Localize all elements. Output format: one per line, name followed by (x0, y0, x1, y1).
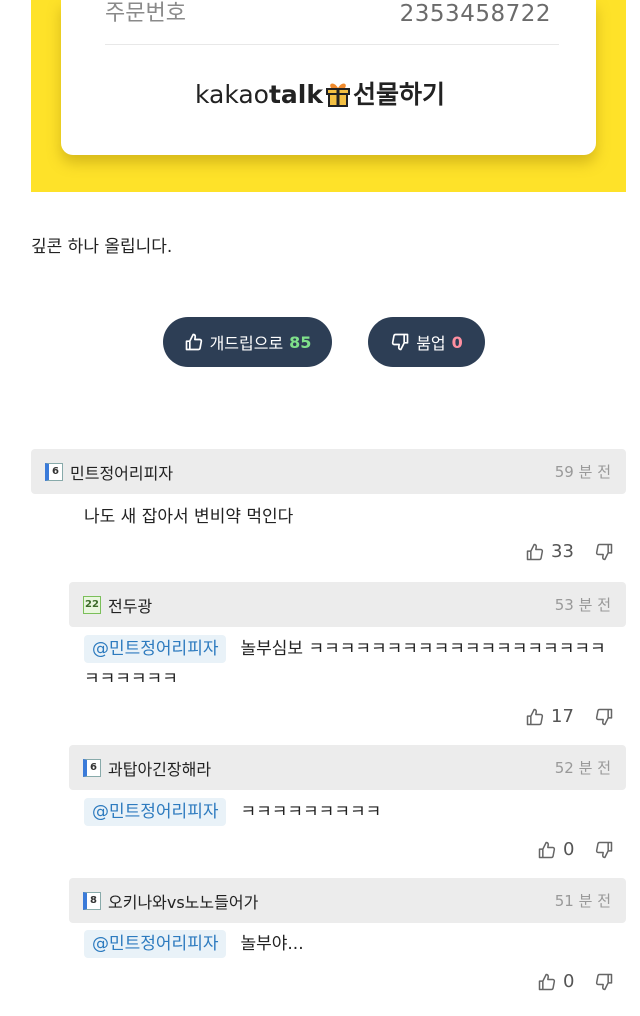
reply-body: @민트정어리피자 놀부심보 ㅋㅋㅋㅋㅋㅋㅋㅋㅋㅋㅋㅋㅋㅋㅋㅋㅋㅋㅋ ㅋㅋㅋㅋㅋㅋ (84, 634, 619, 694)
reply-author[interactable]: 과탑아긴장해라 (108, 756, 211, 780)
thumbs-up-icon[interactable] (537, 972, 557, 992)
mention-tag[interactable]: @민트정어리피자 (84, 930, 227, 958)
reply-header: 8 오키나와vs노노들어가 51 분 전 (69, 878, 626, 923)
reply-author[interactable]: 전두광 (108, 593, 152, 617)
reply-time: 53 분 전 (554, 596, 611, 614)
upvote-label: 개드립으로 (209, 334, 284, 353)
like-count: 0 (563, 971, 575, 992)
reply-text: 놀부심보 ㅋㅋㅋㅋㅋㅋㅋㅋㅋㅋㅋㅋㅋㅋㅋㅋㅋㅋㅋ (240, 639, 606, 659)
brand-talk: talk (268, 80, 324, 109)
upvote-count: 85 (289, 332, 312, 352)
thumbs-down-icon[interactable] (594, 707, 614, 727)
comment-text: 나도 새 잡아서 변비약 먹인다 (84, 507, 294, 527)
reply-actions: 17 (525, 706, 614, 727)
reply-actions: 0 (537, 971, 614, 992)
reply-time: 51 분 전 (554, 892, 611, 910)
user-level-icon: 6 (83, 758, 101, 777)
reply-actions: 0 (537, 839, 614, 860)
thumbs-down-icon[interactable] (594, 542, 614, 562)
user-level-icon: 8 (83, 891, 101, 910)
thumbs-down-icon[interactable] (594, 840, 614, 860)
brand-kakao: kakao (194, 80, 269, 109)
like-count: 0 (563, 839, 575, 860)
thumbs-up-icon[interactable] (525, 707, 545, 727)
upvote-button[interactable]: 개드립으로 85 (163, 317, 332, 367)
user-level-icon: 6 (45, 462, 63, 481)
like-count: 17 (551, 706, 574, 727)
post-body-text: 깊콘 하나 올립니다. (31, 237, 173, 257)
brand-gift-suffix: 선물하기 (353, 80, 446, 109)
order-number-label: 주문번호 (105, 1, 186, 26)
mention-tag[interactable]: @민트정어리피자 (84, 635, 227, 663)
card-divider (105, 44, 559, 45)
reply-time: 52 분 전 (554, 759, 611, 777)
mention-tag[interactable]: @민트정어리피자 (84, 798, 227, 826)
downvote-count: 0 (451, 332, 463, 352)
downvote-label: 붐업 (416, 334, 446, 353)
comment-actions: 33 (525, 541, 614, 562)
reply-body: @민트정어리피자 놀부야... (84, 929, 304, 959)
comment-header: 6 민트정어리피자 59 분 전 (31, 449, 626, 494)
thumbs-up-icon[interactable] (537, 840, 557, 860)
reply-text: ㅋㅋㅋㅋㅋㅋㅋㅋㅋ (240, 802, 382, 822)
reply-header: 22 전두광 53 분 전 (69, 582, 626, 627)
thumbs-down-icon (392, 333, 409, 351)
reply-text: 놀부야... (240, 934, 304, 954)
comment-author[interactable]: 민트정어리피자 (70, 460, 173, 484)
thumbs-up-icon (185, 333, 202, 351)
thumbs-down-icon[interactable] (594, 972, 614, 992)
user-level-icon: 22 (83, 595, 101, 614)
reply-author[interactable]: 오키나와vs노노들어가 (108, 889, 258, 913)
thumbs-up-icon[interactable] (525, 542, 545, 562)
like-count: 33 (551, 541, 574, 562)
reply-text-continued: ㅋㅋㅋㅋㅋㅋ (84, 669, 178, 689)
reply-body: @민트정어리피자 ㅋㅋㅋㅋㅋㅋㅋㅋㅋ (84, 797, 381, 827)
comment-time: 59 분 전 (554, 463, 611, 481)
reply-header: 6 과탑아긴장해라 52 분 전 (69, 745, 626, 790)
kakaotalk-gift-logo: kakaotalk 선물하기 (0, 78, 640, 112)
gift-box-icon (326, 83, 351, 107)
order-number-value: 2353458722 (399, 1, 551, 27)
downvote-button[interactable]: 붐업 0 (368, 317, 485, 367)
